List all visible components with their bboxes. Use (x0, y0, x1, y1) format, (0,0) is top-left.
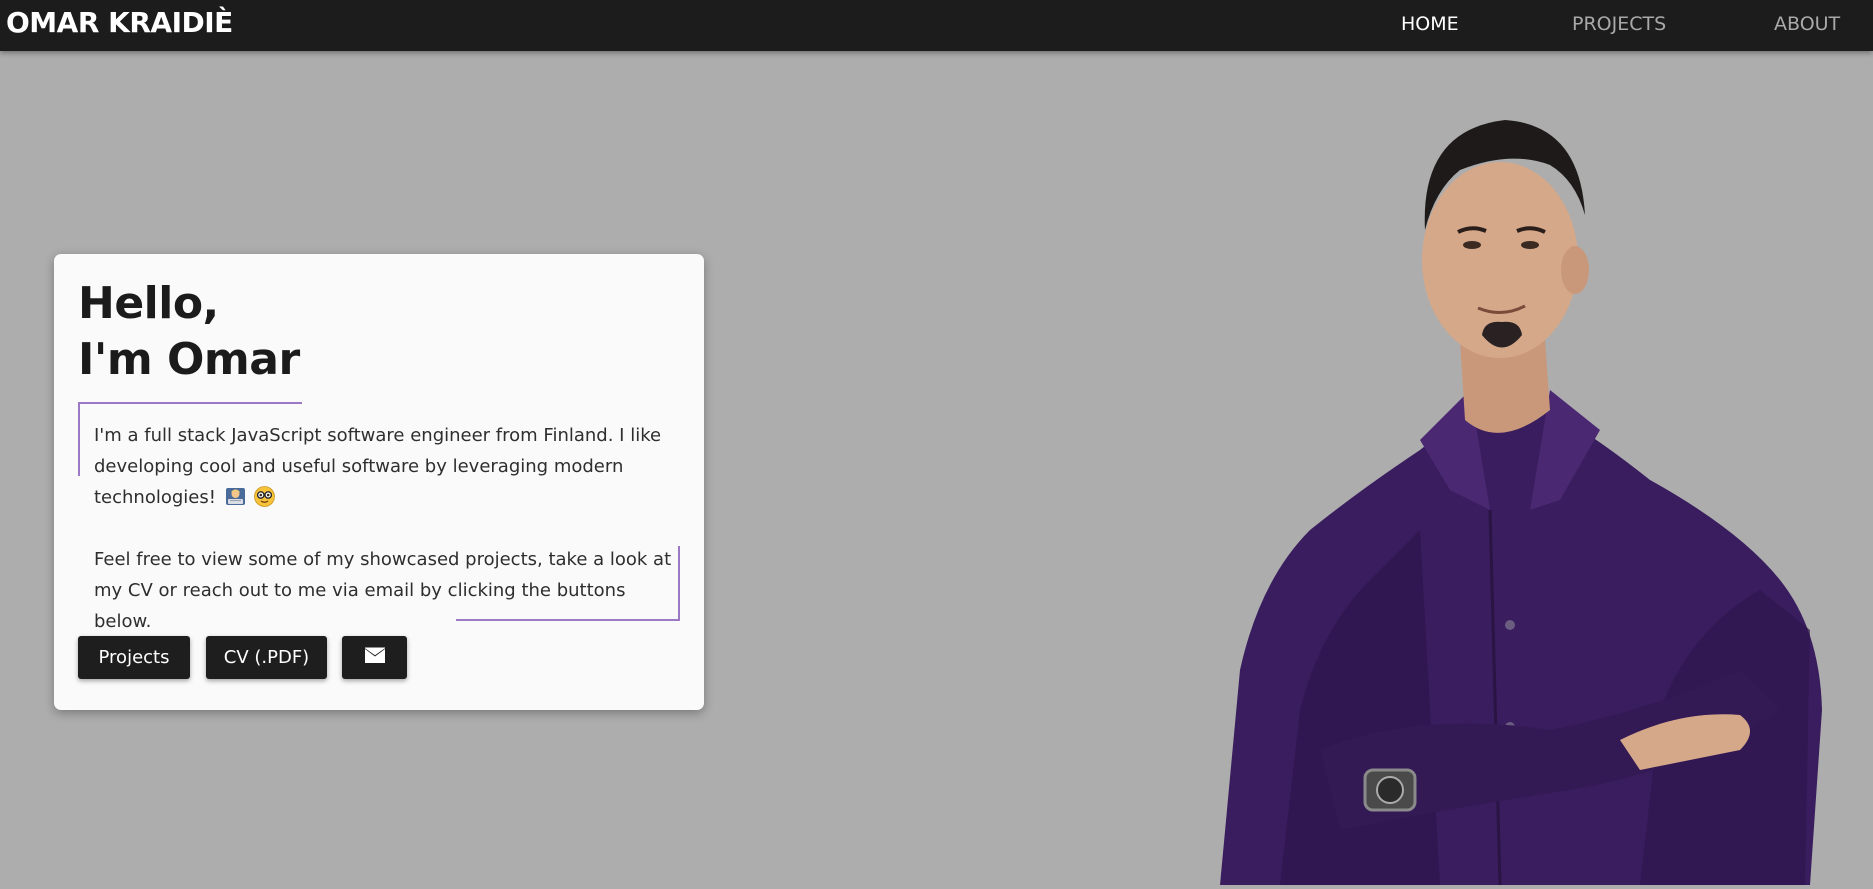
intro-paragraph: I'm a full stack JavaScript software eng… (94, 420, 664, 513)
nav-link-about[interactable]: ABOUT (1774, 13, 1840, 35)
envelope-icon (364, 647, 386, 669)
nerd-face-emoji-icon (254, 486, 276, 507)
cv-pdf-button[interactable]: CV (.PDF) (206, 636, 327, 679)
programmer-emoji-icon (225, 486, 246, 507)
quote-divider-top (78, 402, 302, 404)
nav-link-home[interactable]: HOME (1401, 13, 1459, 35)
quote-divider-right (678, 546, 680, 620)
top-navbar: OMAR KRAIDIÈ HOME PROJECTS ABOUT (0, 0, 1873, 51)
quote-divider-bottom (456, 619, 680, 621)
nav-link-projects[interactable]: PROJECTS (1572, 13, 1666, 35)
quote-divider-left (78, 402, 80, 476)
hero-heading-line2: I'm Omar (78, 334, 300, 385)
cta-paragraph: Feel free to view some of my showcased p… (94, 549, 672, 632)
brand-logo-link[interactable]: OMAR KRAIDIÈ (6, 6, 233, 39)
email-button[interactable] (342, 636, 407, 679)
hero-heading-line1: Hello, (78, 278, 219, 329)
intro-card: Hello, I'm Omar I'm a full stack JavaScr… (54, 254, 704, 710)
portrait-photo (1220, 110, 1873, 886)
intro-text: I'm a full stack JavaScript software eng… (94, 425, 662, 508)
hero-heading: Hello, I'm Omar (78, 276, 300, 388)
projects-button[interactable]: Projects (78, 636, 190, 679)
